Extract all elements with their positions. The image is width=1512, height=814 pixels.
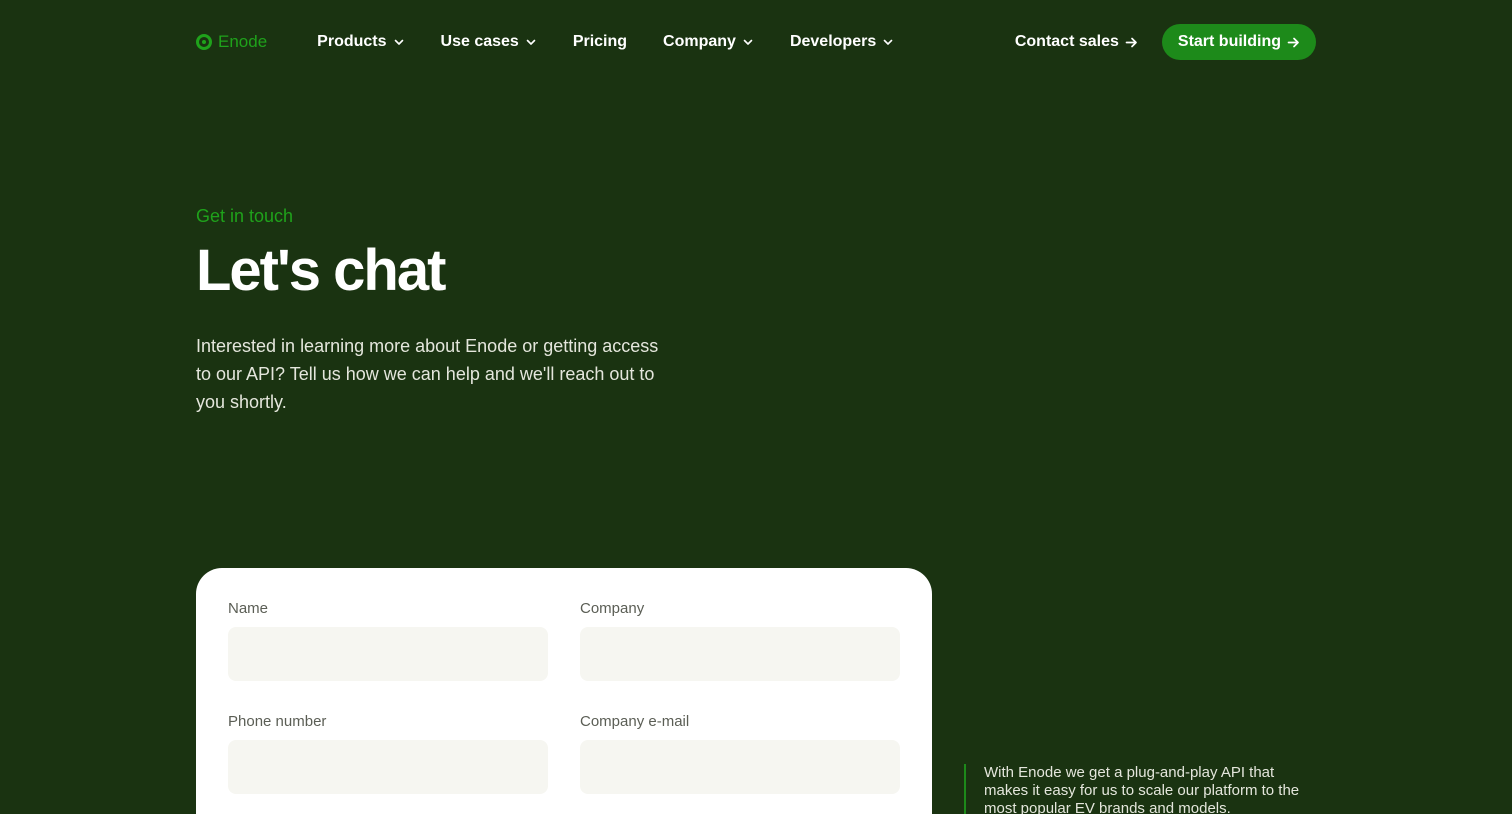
nav-links: Products Use cases Pricing Company Devel…	[317, 33, 894, 51]
company-email-label: Company e-mail	[580, 713, 690, 730]
brand-logo-link[interactable]: Enode	[196, 32, 267, 52]
nav-item-use-cases[interactable]: Use cases	[441, 33, 537, 51]
chevron-down-icon	[393, 36, 405, 48]
page: Enode Products Use cases Pricing Company	[0, 0, 1512, 814]
hero-description: Interested in learning more about Enode …	[196, 336, 659, 412]
nav-item-developers[interactable]: Developers	[790, 33, 894, 51]
start-building-label: Start building	[1177, 33, 1281, 50]
phone-field-group: Phone number	[228, 713, 548, 794]
testimonial-quote: With Enode we get a plug-and-play API th…	[964, 764, 1316, 814]
arrow-right-icon	[1125, 36, 1138, 49]
chevron-down-icon	[742, 36, 754, 48]
brand-name: Enode	[218, 32, 268, 51]
contact-form: Name Company Phone number Company e-mail	[196, 568, 932, 814]
contact-sales-link[interactable]: Contact sales	[1015, 33, 1138, 51]
top-nav: Enode Products Use cases Pricing Company	[196, 24, 1316, 60]
chevron-down-icon	[882, 36, 894, 48]
company-input[interactable]	[580, 627, 900, 681]
nav-item-label: Company	[663, 33, 736, 50]
chevron-down-icon	[525, 36, 537, 48]
company-field-group: Company	[580, 600, 900, 681]
name-field-group: Name	[228, 600, 548, 681]
contact-sales-label: Contact sales	[1014, 33, 1119, 50]
company-email-input[interactable]	[580, 740, 900, 794]
enode-logo-icon	[196, 34, 212, 50]
phone-input[interactable]	[228, 740, 548, 794]
name-label: Name	[228, 600, 269, 617]
nav-item-label: Products	[317, 33, 387, 50]
testimonial-text: With Enode we get a plug-and-play API th…	[984, 764, 1300, 814]
nav-item-label: Developers	[789, 33, 877, 50]
form-grid: Name Company Phone number Company e-mail	[228, 600, 900, 794]
arrow-right-icon	[1287, 36, 1300, 49]
email-field-group: Company e-mail	[580, 713, 900, 794]
nav-item-products[interactable]: Products	[317, 33, 404, 51]
nav-item-label: Use cases	[440, 33, 519, 50]
nav-actions: Contact sales Start building	[1015, 24, 1316, 60]
nav-item-company[interactable]: Company	[663, 33, 754, 51]
page-title: Let's chat	[196, 238, 446, 303]
name-input[interactable]	[228, 627, 548, 681]
start-building-button[interactable]: Start building	[1161, 24, 1316, 60]
nav-item-label: Pricing	[572, 33, 628, 50]
nav-item-pricing[interactable]: Pricing	[573, 33, 627, 51]
phone-label: Phone number	[228, 713, 327, 730]
company-label: Company	[580, 600, 645, 617]
hero-eyebrow: Get in touch	[196, 206, 294, 226]
